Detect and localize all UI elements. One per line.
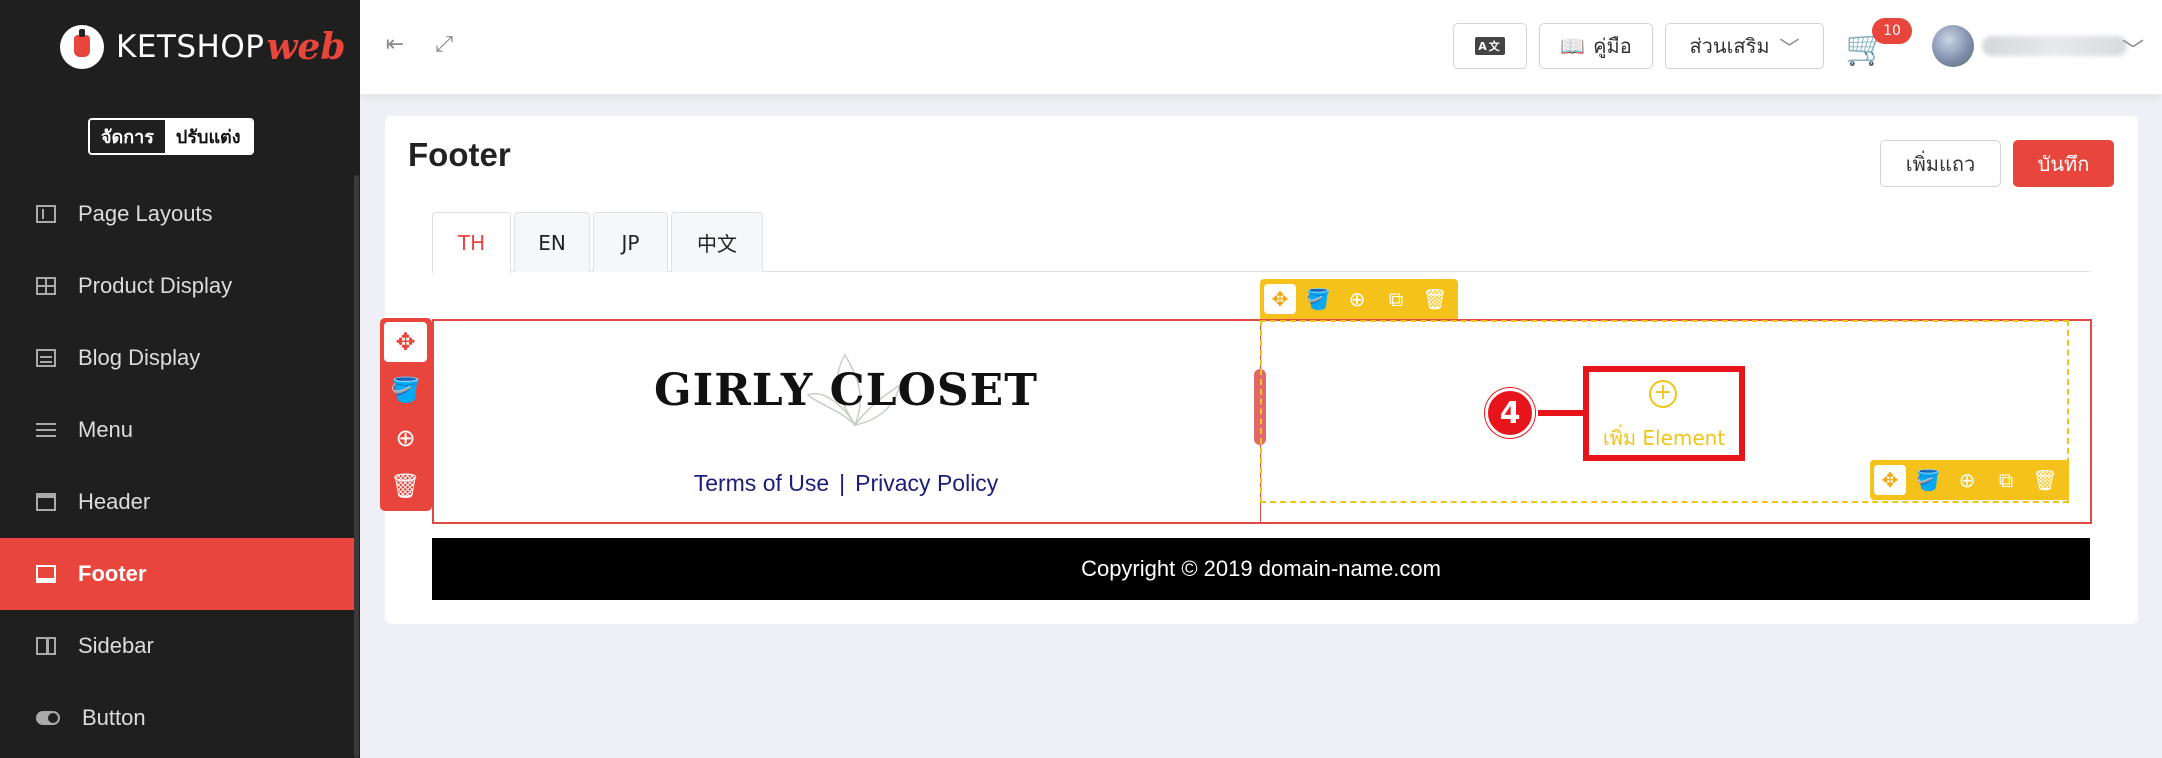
mode-manage-button[interactable]: จัดการ [90,120,165,153]
chevron-down-icon: ﹀ [1779,35,1800,60]
tab-th[interactable]: TH [432,212,511,273]
sidebar-item-label: Blog Display [78,345,201,370]
logo-suffix: web [266,26,346,68]
logo-text: KETSHOP [116,29,265,65]
column-toolbar: ✥ 🪣 ⊕ ⧉ 🗑 [1260,279,1458,319]
save-button[interactable]: บันทึก [2013,140,2114,187]
trash-icon[interactable]: 🗑 [384,466,427,506]
paint-bucket-icon[interactable]: 🪣 [1302,284,1334,314]
manual-label: คู่มือ [1593,34,1632,58]
sidebar-item-label: Menu [78,417,134,442]
sidebar-item-label: Product Display [78,273,233,298]
move-icon[interactable]: ✥ [384,322,427,362]
terms-link[interactable]: Terms of Use [694,470,829,496]
mode-toggle[interactable]: จัดการ ปรับแต่ง [88,118,254,155]
toggle-icon [36,711,60,725]
add-row-button[interactable]: เพิ่มแถว [1880,140,2001,187]
sidebar-item-label: Button [82,705,146,730]
sidebar-item-label: Sidebar [78,633,154,658]
sidebar-item-page-layouts[interactable]: Page Layouts [0,178,354,250]
sidebar-item-button[interactable]: Button [0,682,354,754]
add-element-button[interactable]: เพิ่ม Element [1583,422,1745,454]
username-blurred[interactable] [1982,36,2127,56]
footer-links: Terms of Use | Privacy Policy [432,470,1260,497]
logo-mark-icon [60,25,104,69]
sidebar-item-label: Page Layouts [78,201,213,226]
collapse-sidebar-icon[interactable]: ⇤ [383,33,407,57]
blog-icon [36,349,56,367]
add-circle-icon[interactable]: ⊕ [1951,465,1983,495]
copyright-bar[interactable]: Copyright © 2019 domain-name.com [432,538,2090,600]
step-connector [1538,410,1586,416]
tab-jp[interactable]: JP [593,212,668,272]
chevron-down-icon[interactable]: ﹀ [2122,33,2144,65]
sidebar-item-sidebar[interactable]: Sidebar [0,610,354,682]
header-icon [36,493,56,511]
sidebar-item-product-display[interactable]: Product Display [0,250,354,322]
logo[interactable]: KETSHOP web [60,22,346,72]
sidebar-item-header[interactable]: Header [0,466,354,538]
translate-icon: A文 [1475,37,1505,55]
page-layout-icon [36,205,56,223]
sidebar-item-footer[interactable]: Footer [0,538,354,610]
page-title: Footer [408,136,511,173]
paint-bucket-icon[interactable]: 🪣 [1912,465,1944,495]
sidebar-scrollbar[interactable] [354,175,359,758]
addons-dropdown[interactable]: ส่วนเสริม ﹀ [1665,23,1824,69]
link-separator: | [839,470,846,496]
footer-brand-text[interactable]: GIRLY CLOSET [432,365,1260,416]
mode-customize-button[interactable]: ปรับแต่ง [164,120,252,153]
inner-column-toolbar: ✥ 🪣 ⊕ ⧉ 🗑 [1870,460,2069,500]
row-toolbar: ✥ 🪣 ⊕ 🗑 [380,318,432,511]
tab-zh[interactable]: 中文 [671,212,763,272]
sidebar-icon [36,637,56,655]
footer-icon [36,565,56,583]
sidebar-item-blog-display[interactable]: Blog Display [0,322,354,394]
tab-en[interactable]: EN [514,212,590,272]
move-icon[interactable]: ✥ [1874,465,1906,495]
add-circle-icon[interactable]: ⊕ [384,418,427,458]
manual-button[interactable]: 📖 คู่มือ [1539,23,1653,69]
fullscreen-icon[interactable]: ⤢ [432,33,456,57]
trash-icon[interactable]: 🗑 [1419,284,1451,314]
copy-icon[interactable]: ⧉ [1990,465,2022,495]
copy-icon[interactable]: ⧉ [1380,284,1412,314]
sidebar-nav: Page Layouts Product Display Blog Displa… [0,178,354,754]
paint-bucket-icon[interactable]: 🪣 [384,370,427,410]
step-marker: 4 [1485,388,1535,438]
book-icon: 📖 [1560,34,1586,58]
sidebar-item-menu[interactable]: Menu [0,394,354,466]
addons-label: ส่วนเสริม [1689,34,1770,58]
add-circle-icon[interactable]: ⊕ [1341,284,1373,314]
cart-count-badge: 10 [1872,18,1912,44]
move-icon[interactable]: ✥ [1264,284,1296,314]
sidebar-item-label: Footer [78,561,147,586]
topbar: ⇤ ⤢ A文 📖 คู่มือ ส่วนเสริม ﹀ 🛒 10 ﹀ [360,0,2162,94]
trash-icon[interactable]: 🗑 [2029,465,2061,495]
translate-button[interactable]: A文 [1453,23,1527,69]
avatar[interactable] [1932,25,1974,67]
menu-icon [36,421,56,439]
sidebar: KETSHOP web จัดการ ปรับแต่ง Page Layouts… [0,0,360,758]
privacy-link[interactable]: Privacy Policy [855,470,998,496]
grid-icon [36,277,56,295]
plus-circle-icon[interactable]: + [1649,380,1677,408]
sidebar-item-label: Header [78,489,151,514]
